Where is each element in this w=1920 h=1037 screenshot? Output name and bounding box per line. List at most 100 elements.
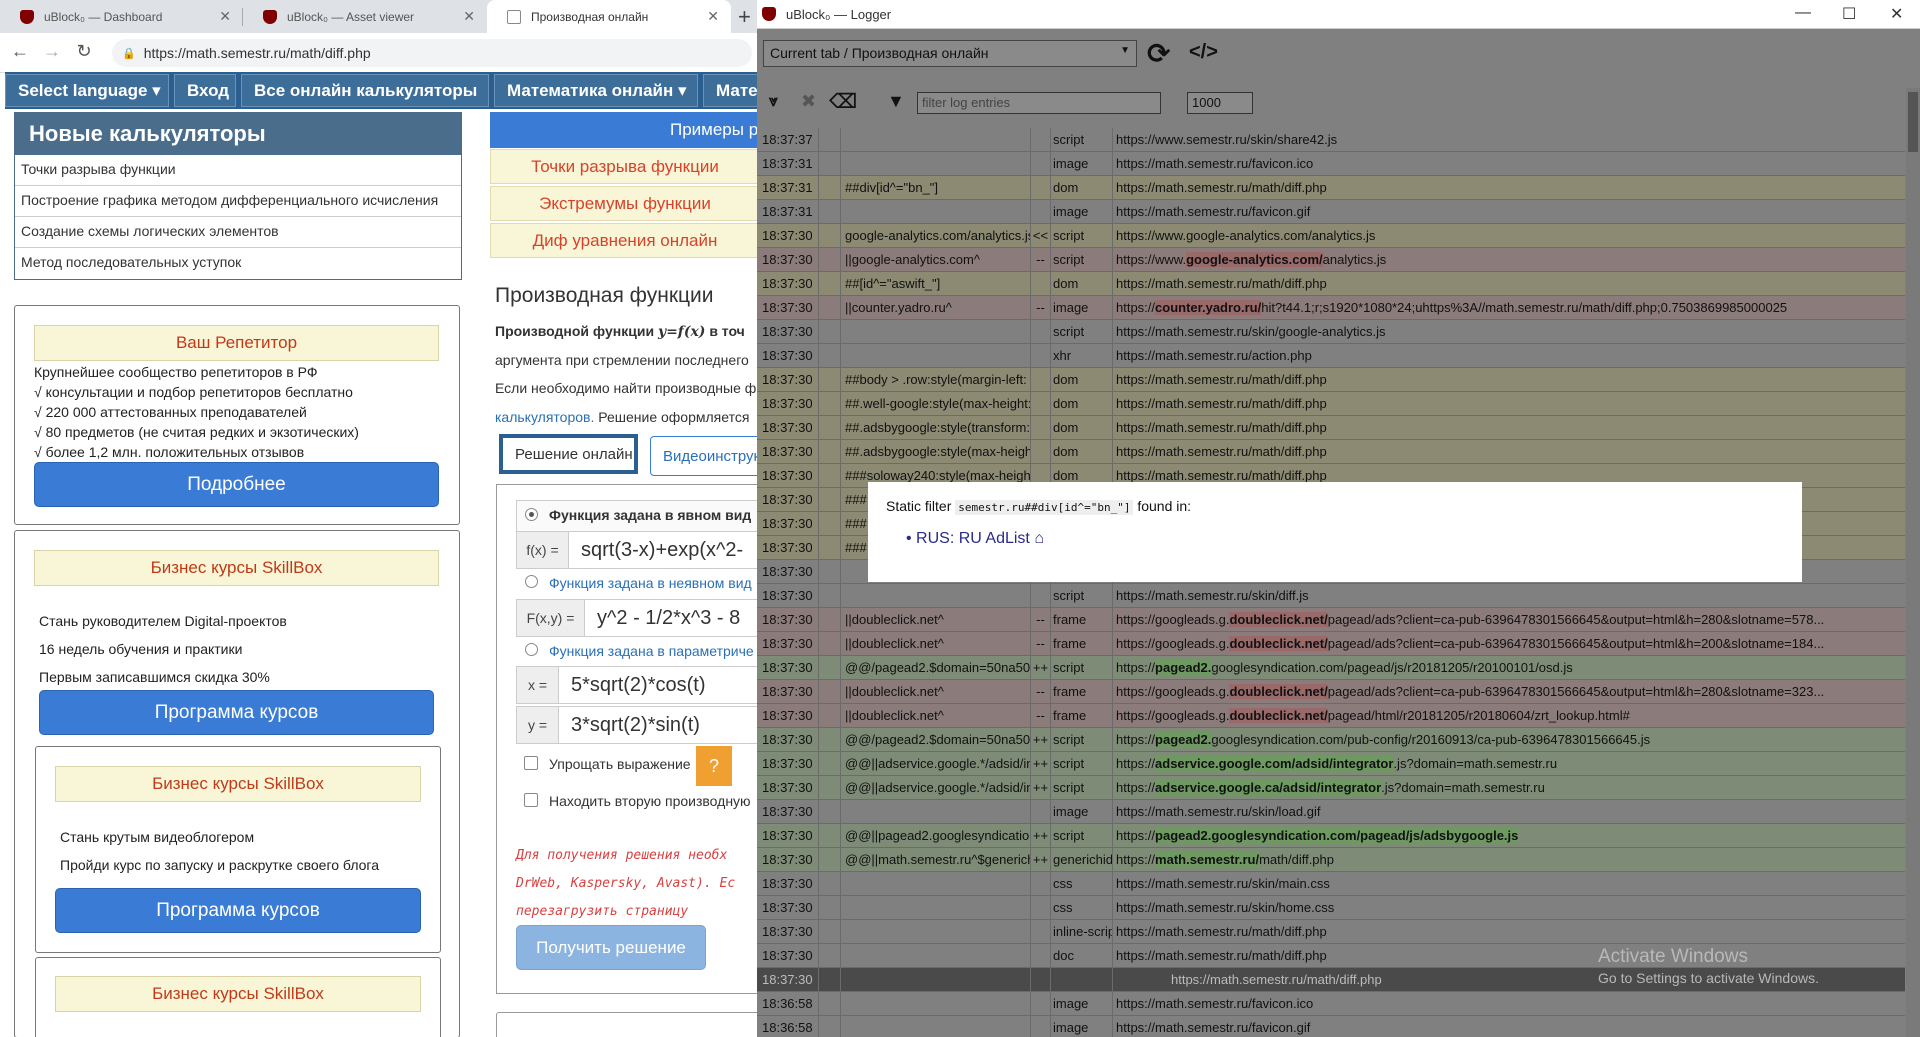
log-row[interactable]: 18:37:31 image https://math.semestr.ru/fav…: [757, 200, 1905, 224]
second-derivative-checkbox[interactable]: [524, 793, 538, 807]
promo-title[interactable]: Ваш Репетитор: [34, 325, 439, 361]
log-row[interactable]: 18:37:30 ||counter.yadro.ru^ -- image https:…: [757, 296, 1905, 320]
log-row[interactable]: 18:36:58 image https://math.semestr.ru/fav…: [757, 992, 1905, 1016]
fx-input[interactable]: f(x) = sqrt(3-x)+exp(x^2-: [516, 531, 757, 569]
page-heading: Производная функции: [495, 284, 714, 307]
log-row[interactable]: 18:37:30 @@/pagead2.$domain=50na50.net|..…: [757, 728, 1905, 752]
close-tab-icon[interactable]: ✕: [463, 8, 475, 25]
calc-link[interactable]: Построение графика методом дифференциаль…: [15, 186, 461, 217]
log-row[interactable]: 18:37:30 @@||adservice.google.*/adsid/int…: [757, 776, 1905, 800]
filter-list-link[interactable]: RUS: RU AdList: [916, 530, 1030, 547]
minimize-icon[interactable]: —: [1795, 4, 1811, 22]
log-row[interactable]: 18:37:30 css https://math.semestr.ru/skin/…: [757, 872, 1905, 896]
scroll-thumb[interactable]: [1908, 92, 1918, 152]
log-row[interactable]: 18:37:30 google-analytics.com/analytics.j…: [757, 224, 1905, 248]
log-type: script: [1051, 584, 1113, 607]
log-url: https://math.semestr.ru/math/diff.php: [1116, 180, 1327, 195]
nav-all-calculators[interactable]: Все онлайн калькуляторы: [241, 74, 489, 107]
tab-video-instruction[interactable]: Видеоинструк: [650, 436, 757, 476]
parametric-radio[interactable]: [525, 643, 538, 656]
log-row[interactable]: 18:37:30 ##.adsbygoogle:style(transform: …: [757, 416, 1905, 440]
log-row[interactable]: 18:37:30 ##.well-google:style(max-height:…: [757, 392, 1905, 416]
explicit-radio[interactable]: [525, 508, 538, 521]
filter-icon[interactable]: ▼: [887, 91, 905, 112]
log-row[interactable]: 18:37:30 ##body > .row:style(margin-left:…: [757, 368, 1905, 392]
example-link[interactable]: Экстремумы функции: [490, 186, 757, 221]
log-time: 18:37:31: [757, 152, 819, 175]
log-row[interactable]: 18:37:30 ##[id^="aswift_"] dom https://math…: [757, 272, 1905, 296]
promo-title[interactable]: Бизнес курсы SkillBox: [55, 976, 421, 1012]
maximize-icon[interactable]: ☐: [1842, 4, 1856, 24]
log-row[interactable]: 18:37:30 inline-script https://math.semest…: [757, 920, 1905, 944]
eraser-icon[interactable]: ⌫: [829, 89, 857, 114]
log-row[interactable]: 18:37:30 image https://math.semestr.ru/ski…: [757, 800, 1905, 824]
calculators-link[interactable]: калькуляторов.: [495, 409, 594, 425]
calc-link[interactable]: Точки разрыва функции: [15, 155, 461, 186]
log-row[interactable]: 18:37:30 ||google-analytics.com^ -- script h…: [757, 248, 1905, 272]
more-button[interactable]: Подробнее: [34, 462, 439, 507]
example-link[interactable]: Точки разрыва функции: [490, 149, 757, 184]
nav-math[interactable]: Матем: [703, 74, 757, 107]
tab-select[interactable]: Current tab / Производная онлайн ▼: [763, 40, 1137, 67]
log-row[interactable]: 18:37:30 @@||adservice.google.*/adsid/int…: [757, 752, 1905, 776]
log-row[interactable]: 18:37:30 @@/pagead2.$domain=50na50.net|..…: [757, 656, 1905, 680]
log-row[interactable]: 18:37:31 ##div[id^="bn_"] dom https://math.…: [757, 176, 1905, 200]
close-tab-icon[interactable]: ✕: [219, 8, 231, 25]
log-tab-col: [819, 632, 841, 655]
log-row[interactable]: 18:37:37 script https://www.semestr.ru/ski…: [757, 128, 1905, 152]
log-type: [1051, 968, 1113, 991]
filter-list-item[interactable]: • RUS: RU AdList ⌂: [906, 530, 1044, 548]
calc-link[interactable]: Создание схемы логических элементов: [15, 217, 461, 248]
close-tab-icon[interactable]: ✕: [707, 8, 719, 25]
forward-arrow-icon[interactable]: →: [40, 41, 64, 62]
log-row[interactable]: 18:37:30 @@||math.semestr.ru^$generichide…: [757, 848, 1905, 872]
example-link[interactable]: Диф уравнения онлайн: [490, 223, 757, 258]
filter-input[interactable]: filter log entries: [917, 92, 1161, 114]
log-row[interactable]: 18:36:58 image https://math.semestr.ru/fav…: [757, 1016, 1905, 1037]
log-row[interactable]: 18:37:30 ||doubleclick.net^ -- frame https:/…: [757, 608, 1905, 632]
max-entries-input[interactable]: 1000: [1187, 92, 1253, 114]
implicit-radio[interactable]: [525, 575, 538, 588]
log-row[interactable]: 18:37:30 script https://math.semestr.ru/sk…: [757, 584, 1905, 608]
courses-button[interactable]: Программа курсов: [55, 888, 421, 933]
log-row[interactable]: 18:37:30 ||doubleclick.net^ -- frame https:/…: [757, 704, 1905, 728]
calc-link[interactable]: Метод последовательных уступок: [15, 248, 461, 279]
log-row[interactable]: 18:37:30 ##.adsbygoogle:style(max-height:…: [757, 440, 1905, 464]
promo-title[interactable]: Бизнес курсы SkillBox: [55, 766, 421, 802]
tab-derivative[interactable]: Производная онлайн ✕: [487, 0, 731, 33]
y-param-input[interactable]: y = 3*sqrt(2)*sin(t): [516, 706, 757, 744]
fxy-input[interactable]: F(x,y) = y^2 - 1/2*x^3 - 8: [516, 599, 757, 637]
url-input[interactable]: 🔒 https://math.semestr.ru/math/diff.php: [112, 39, 752, 67]
get-solution-button[interactable]: Получить решение: [516, 925, 706, 970]
reload-icon[interactable]: ↻: [72, 41, 96, 62]
log-row[interactable]: 18:37:30 css https://math.semestr.ru/skin/…: [757, 896, 1905, 920]
tab-asset-viewer[interactable]: uBlock₀ — Asset viewer ✕: [243, 0, 487, 33]
log-row[interactable]: 18:37:30 xhr https://math.semestr.ru/actio…: [757, 344, 1905, 368]
x-param-input[interactable]: x = 5*sqrt(2)*cos(t): [516, 666, 757, 704]
log-time: 18:37:30: [757, 752, 819, 775]
nav-login[interactable]: Вход: [174, 74, 236, 107]
nav-math-online[interactable]: Математика онлайн ▾: [494, 74, 698, 107]
clear-icon[interactable]: ✖: [801, 91, 816, 112]
info-text: калькуляторов. Решение оформляется: [495, 409, 750, 425]
tab-dashboard[interactable]: uBlock₀ — Dashboard ✕: [0, 0, 243, 33]
new-tab-button[interactable]: +: [738, 4, 751, 30]
refresh-icon[interactable]: ⟳: [1147, 37, 1170, 70]
back-arrow-icon[interactable]: ←: [8, 41, 32, 62]
tab-solve-online[interactable]: Решение онлайн: [499, 434, 638, 474]
log-row[interactable]: 18:37:30 script https://math.semestr.ru/sk…: [757, 320, 1905, 344]
courses-button[interactable]: Программа курсов: [39, 690, 434, 735]
nav-select-language[interactable]: Select language ▾: [5, 74, 169, 107]
log-row[interactable]: 18:37:31 image https://math.semestr.ru/fav…: [757, 152, 1905, 176]
close-window-icon[interactable]: ✕: [1890, 4, 1903, 24]
log-row[interactable]: 18:37:30 ||doubleclick.net^ -- frame https:/…: [757, 632, 1905, 656]
code-icon[interactable]: </>: [1189, 41, 1218, 64]
simplify-checkbox[interactable]: [524, 756, 538, 770]
log-row[interactable]: 18:37:30 ||doubleclick.net^ -- frame https:/…: [757, 680, 1905, 704]
promo-title[interactable]: Бизнес курсы SkillBox: [34, 550, 439, 586]
home-icon[interactable]: ⌂: [1034, 530, 1044, 547]
scroll-down-icon[interactable]: ⩔: [769, 93, 778, 111]
log-scrollbar[interactable]: [1906, 88, 1920, 1037]
log-row[interactable]: 18:37:30 @@||pagead2.googlesyndication.co…: [757, 824, 1905, 848]
help-button[interactable]: ?: [696, 746, 732, 786]
